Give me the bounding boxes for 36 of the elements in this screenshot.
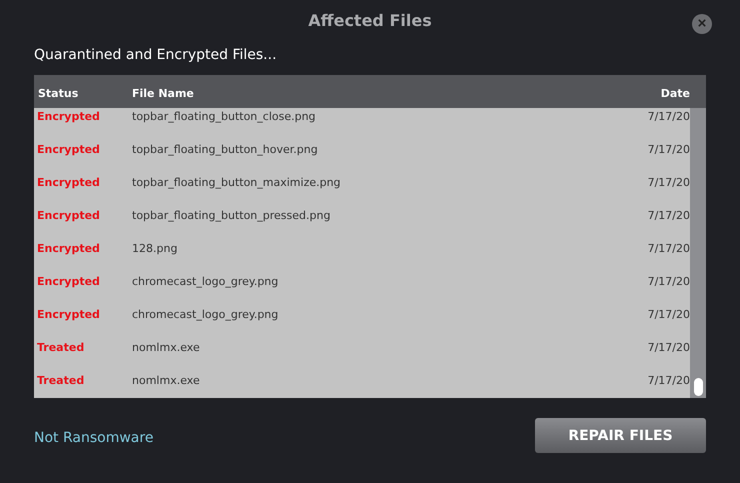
window-title: Affected Files <box>308 10 432 30</box>
column-header[interactable]: Date <box>646 87 690 100</box>
status-cell-text: Encrypted <box>36 242 101 256</box>
status-cell-text: Encrypted <box>36 308 101 322</box>
date-cell-text: 7/17/20 <box>646 242 690 256</box>
file-name-cell-text: chromecast_logo_grey.png <box>132 275 280 289</box>
file-name-cell-text: topbar_floating_button_maximize.png <box>132 176 342 190</box>
status-cell-text: Encrypted <box>36 110 101 124</box>
date-cell-text: 7/17/20 <box>646 308 690 322</box>
not-ransomware-link[interactable]: Not Ransomware <box>34 430 154 446</box>
file-name-cell-text: chromecast_logo_grey.png <box>132 308 280 322</box>
column-header[interactable]: File Name <box>132 87 646 100</box>
file-name-cell-text: nomlmx.exe <box>132 374 201 388</box>
status-cell-text: Encrypted <box>36 143 101 157</box>
file-name-cell-text: topbar_floating_button_pressed.png <box>132 209 332 223</box>
status-cell-text: Encrypted <box>36 176 101 190</box>
file-name-cell-text: topbar_floating_button_hover.png <box>132 143 319 157</box>
status-cell-text: Treated <box>36 374 86 388</box>
date-cell-text: 7/17/20 <box>646 341 690 355</box>
date-cell-text: 7/17/20 <box>646 374 690 388</box>
status-cell-text: Encrypted <box>36 209 101 223</box>
section-heading: Quarantined and Encrypted Files... <box>34 47 278 65</box>
file-name-cell-text: topbar_floating_button_close.png <box>132 110 317 124</box>
column-header[interactable]: Status <box>34 87 132 100</box>
scrollbar-thumb[interactable] <box>694 378 703 396</box>
status-cell-text: Treated <box>36 341 86 355</box>
repair-files-button[interactable]: REPAIR FILES <box>535 418 706 453</box>
date-cell-text: 7/17/20 <box>646 176 690 190</box>
date-cell-text: 7/17/20 <box>646 275 690 289</box>
file-name-cell-text: nomlmx.exe <box>132 341 201 355</box>
file-name-cell-text: 128.png <box>132 242 178 256</box>
date-cell-text: 7/17/20 <box>646 110 690 124</box>
status-cell-text: Encrypted <box>36 275 101 289</box>
date-cell-text: 7/17/20 <box>646 143 690 157</box>
date-cell-text: 7/17/20 <box>646 209 690 223</box>
scrollbar[interactable] <box>690 108 706 398</box>
